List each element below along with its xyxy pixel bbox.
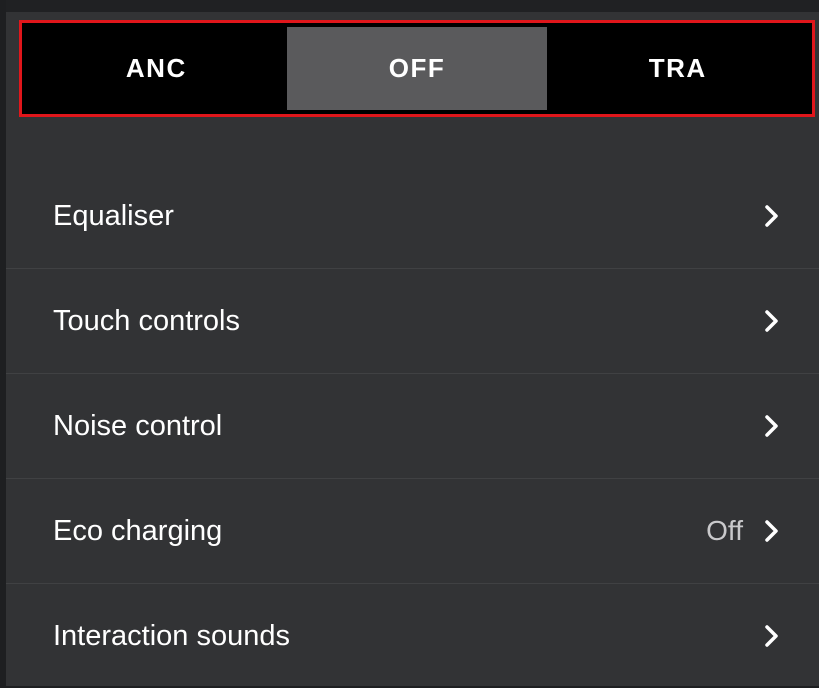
chevron-right-icon: [765, 310, 778, 332]
settings-item-label: Interaction sounds: [53, 619, 290, 652]
chevron-right-icon: [765, 625, 778, 647]
mode-tra-button[interactable]: TRA: [547, 27, 808, 110]
settings-list: Equaliser Touch controls Noise control E…: [6, 164, 819, 688]
settings-item-label: Noise control: [53, 409, 223, 442]
chevron-right-icon: [765, 520, 778, 542]
mode-anc-button[interactable]: ANC: [26, 27, 287, 110]
settings-item-eco-charging[interactable]: Eco charging Off: [6, 479, 819, 584]
mode-off-button[interactable]: OFF: [286, 27, 548, 110]
settings-item-touch-controls[interactable]: Touch controls: [6, 269, 819, 374]
settings-item-label: Equaliser: [53, 199, 174, 232]
settings-item-equaliser[interactable]: Equaliser: [6, 164, 819, 269]
settings-item-interaction-sounds[interactable]: Interaction sounds: [6, 584, 819, 688]
top-bar: [6, 0, 819, 12]
chevron-right-icon: [765, 415, 778, 437]
settings-item-noise-control[interactable]: Noise control: [6, 374, 819, 479]
settings-item-value: Off: [706, 515, 743, 546]
noise-mode-selector: ANC OFF TRA: [19, 20, 815, 117]
settings-item-label: Touch controls: [53, 304, 240, 337]
settings-item-label: Eco charging: [53, 514, 223, 547]
chevron-right-icon: [765, 205, 778, 227]
settings-screen: ANC OFF TRA Equaliser Touch controls Noi…: [6, 0, 819, 686]
